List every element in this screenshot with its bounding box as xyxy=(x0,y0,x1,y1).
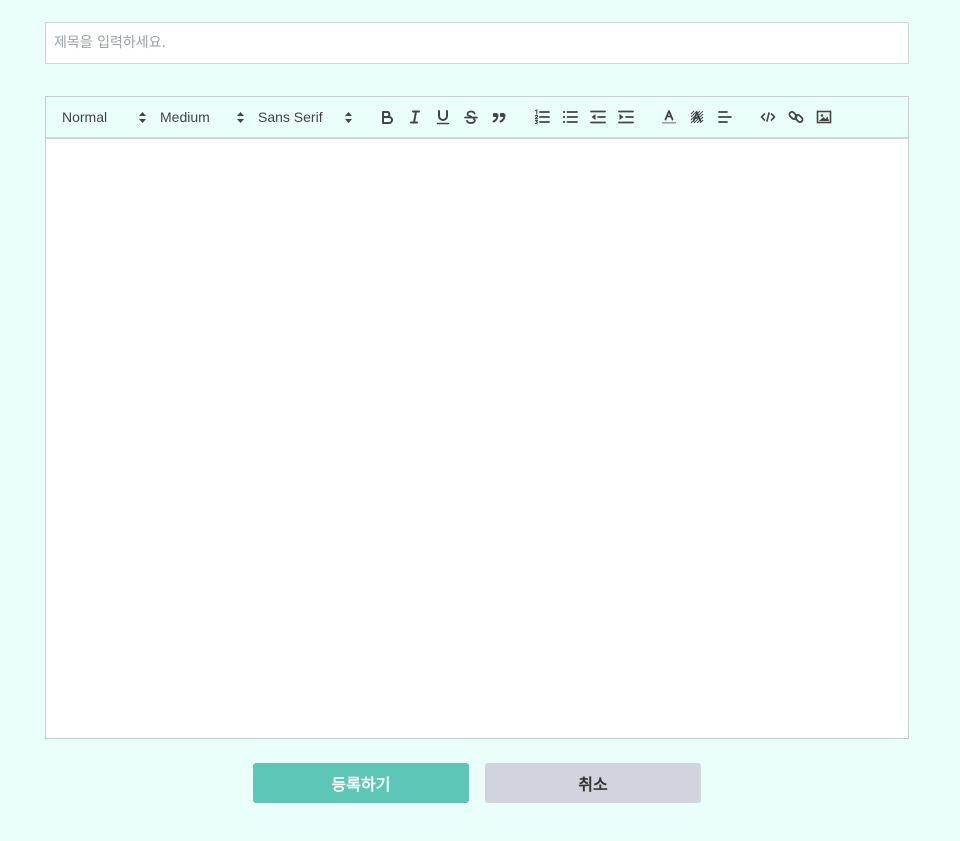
header-picker-label: Normal xyxy=(62,109,108,125)
editor-toolbar: Normal Medium Sans Serif xyxy=(46,97,908,139)
font-picker-label: Sans Serif xyxy=(258,109,323,125)
indent-button[interactable] xyxy=(617,108,635,126)
indent-icon xyxy=(618,110,634,124)
bold-button[interactable] xyxy=(378,108,396,126)
editor-content-area[interactable] xyxy=(46,139,908,738)
strike-icon xyxy=(464,110,478,124)
link-icon xyxy=(788,111,804,123)
cancel-button[interactable]: 취소 xyxy=(485,763,701,803)
code-block-button[interactable] xyxy=(759,108,777,126)
text-color-button[interactable] xyxy=(660,108,678,126)
size-picker[interactable]: Medium xyxy=(160,97,248,137)
italic-button[interactable] xyxy=(406,108,424,126)
italic-icon xyxy=(410,110,420,124)
submit-button[interactable]: 등록하기 xyxy=(253,763,469,803)
link-button[interactable] xyxy=(787,108,805,126)
underline-button[interactable] xyxy=(434,108,452,126)
blockquote-icon xyxy=(492,113,506,123)
bullet-list-button[interactable] xyxy=(561,108,579,126)
rich-text-editor: Normal Medium Sans Serif xyxy=(45,96,909,739)
picker-arrows-icon xyxy=(345,112,352,123)
underline-icon xyxy=(436,110,450,125)
outdent-icon xyxy=(590,110,606,124)
align-button[interactable] xyxy=(716,108,734,126)
outdent-button[interactable] xyxy=(589,108,607,126)
align-left-icon xyxy=(718,111,732,123)
picker-arrows-icon xyxy=(139,112,146,123)
ordered-list-button[interactable] xyxy=(533,108,551,126)
blockquote-button[interactable] xyxy=(490,108,508,126)
header-picker[interactable]: Normal xyxy=(62,97,150,137)
font-picker[interactable]: Sans Serif xyxy=(258,97,354,137)
image-icon xyxy=(816,110,832,124)
text-color-icon xyxy=(662,110,676,124)
code-block-icon xyxy=(760,112,776,122)
background-color-icon xyxy=(690,110,704,124)
size-picker-label: Medium xyxy=(160,109,210,125)
bold-icon xyxy=(382,111,393,124)
picker-arrows-icon xyxy=(237,112,244,123)
bullet-list-icon xyxy=(562,110,578,124)
image-button[interactable] xyxy=(815,108,833,126)
ordered-list-icon xyxy=(534,109,550,124)
title-input[interactable] xyxy=(45,22,909,64)
strike-button[interactable] xyxy=(462,108,480,126)
background-color-button[interactable] xyxy=(688,108,706,126)
